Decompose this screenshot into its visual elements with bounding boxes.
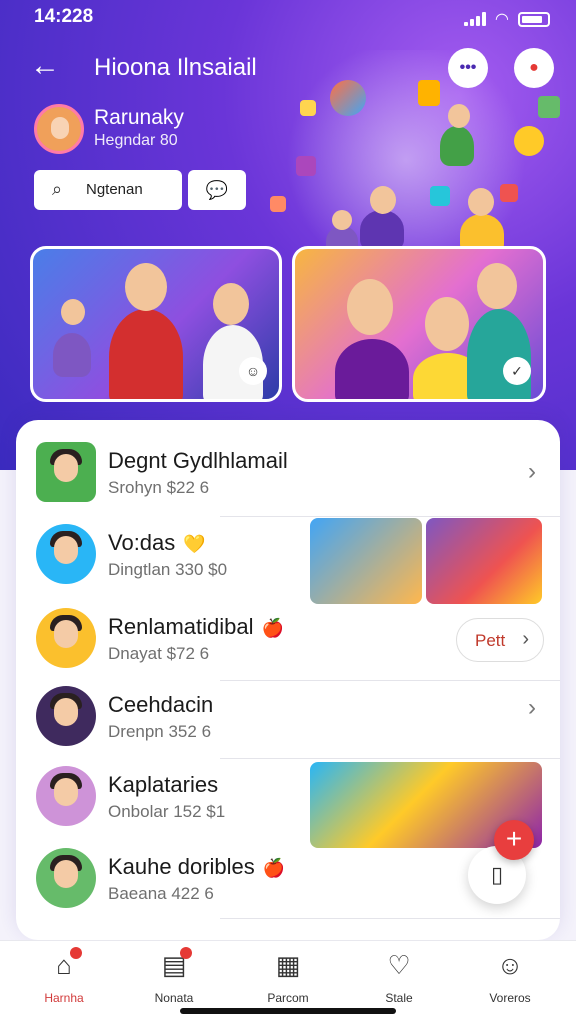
profile-subtitle: Hegndar 80 [94,132,178,149]
tab-calendar[interactable]: ▦ Parcom [238,949,338,1005]
list-item-name: Kauhe doribles 🍎 [108,854,286,879]
tab-favorites[interactable]: ♡ Stale [349,949,449,1005]
divider [220,516,560,517]
list-item-sub: Drenpn 352 6 [108,722,212,741]
home-icon: ⌂ [48,947,82,981]
list-item-sub: Dingtlan 330 $0 [108,560,228,579]
chevron-right-icon: › [522,628,529,650]
tab-label: Voreros [489,991,531,1005]
tab-label: Nonata [154,991,194,1005]
list-item-name: Renlamatidibal 🍎 [108,614,284,639]
apple-emoji-icon: 🍎 [262,858,286,878]
more-options-button[interactable]: ••• [448,48,488,88]
notification-dot [180,947,192,959]
list-item-sub: Srohyn $22 6 [108,478,210,497]
add-fab[interactable]: + [494,820,534,860]
more-dots-icon: ••• [459,59,477,76]
wifi-icon: ◠ [495,11,508,28]
avatar [36,686,96,746]
balloon-button[interactable]: ● [514,48,554,88]
avatar [36,524,96,584]
chevron-right-icon: › [528,694,536,721]
list-item-name: Degnt Gydlhlamail [108,448,288,473]
tab-notes[interactable]: ▤ Nonata [124,947,224,1005]
list-item[interactable]: Degnt Gydlhlamail Srohyn $22 6 › [16,438,560,518]
apple-emoji-icon: 🍎 [261,618,284,638]
home-indicator [180,1008,396,1014]
avatar[interactable] [34,104,84,154]
list-item-name: Ceehdacin [108,692,214,717]
back-button[interactable]: ← [30,48,60,84]
top-bar: ← Hioona Ilnsaiail ••• ● [30,48,554,88]
divider [220,918,560,919]
tab-label: Parcom [267,991,309,1005]
heart-icon: ♡ [387,950,411,980]
list-item[interactable]: Kaplataries Onbolar 152 $1 [16,762,560,848]
search-chip-label: Ngtenan [86,181,143,198]
page-title: Hioona Ilnsaiail [94,54,257,81]
plus-icon: + [505,823,523,854]
pill-label: Pett [475,631,506,650]
tab-profile[interactable]: ☺ Voreros [460,949,560,1005]
search-icon: ⌕ [52,179,63,199]
avatar [36,848,96,908]
list-item[interactable]: Ceehdacin Drenpn 352 6 › [16,682,560,762]
avatar [36,608,96,668]
chat-icon: 💬 [205,180,229,200]
photo-thumbnail[interactable] [426,518,542,604]
divider [220,680,560,681]
list-item[interactable]: Vo:das 💛 Dingtlan 330 $0 [16,518,560,604]
feature-card-1[interactable]: ☺ [30,246,282,402]
battery-icon [518,11,550,27]
status-icons: ◠ [463,9,550,29]
smile-badge-icon: ☺ [239,357,267,385]
profile-name: Rarunaky [94,106,184,129]
pett-button[interactable]: Pett › [456,618,544,662]
person-icon: ☺ [496,950,524,980]
photo-thumbnail[interactable] [310,518,422,604]
notification-dot [70,947,82,959]
tablet-icon: ▯ [490,862,504,887]
notes-icon: ▤ [158,947,192,981]
signal-icon [463,12,486,26]
search-chip[interactable]: ⌕ Ngtenan [34,170,182,210]
avatar [36,766,96,826]
balloon-icon: ● [529,59,539,76]
status-bar: 14:228 ◠ [34,6,550,28]
list-item-name: Kaplataries [108,772,219,797]
arrow-left-icon: ← [30,49,60,82]
list-item-sub: Dnayat $72 6 [108,644,210,663]
list-item-sub: Onbolar 152 $1 [108,802,226,821]
calendar-icon: ▦ [275,950,301,980]
list-item-sub: Baeana 422 6 [108,884,214,903]
list-item[interactable]: Renlamatidibal 🍎 Dnayat $72 6 Pett › [16,600,560,680]
avatar [36,442,96,502]
tab-home[interactable]: ⌂ Harnha [14,947,114,1005]
chevron-right-icon: › [528,458,536,485]
feature-card-2[interactable]: ✓ [292,246,546,402]
list-item-name: Vo:das 💛 [108,530,206,555]
divider [220,758,560,759]
chat-chip[interactable]: 💬 [188,170,246,210]
heart-emoji-icon: 💛 [183,534,206,554]
tab-label: Harnha [44,991,84,1005]
status-time: 14:228 [34,6,94,27]
check-badge-icon: ✓ [503,357,531,385]
tab-label: Stale [385,991,413,1005]
